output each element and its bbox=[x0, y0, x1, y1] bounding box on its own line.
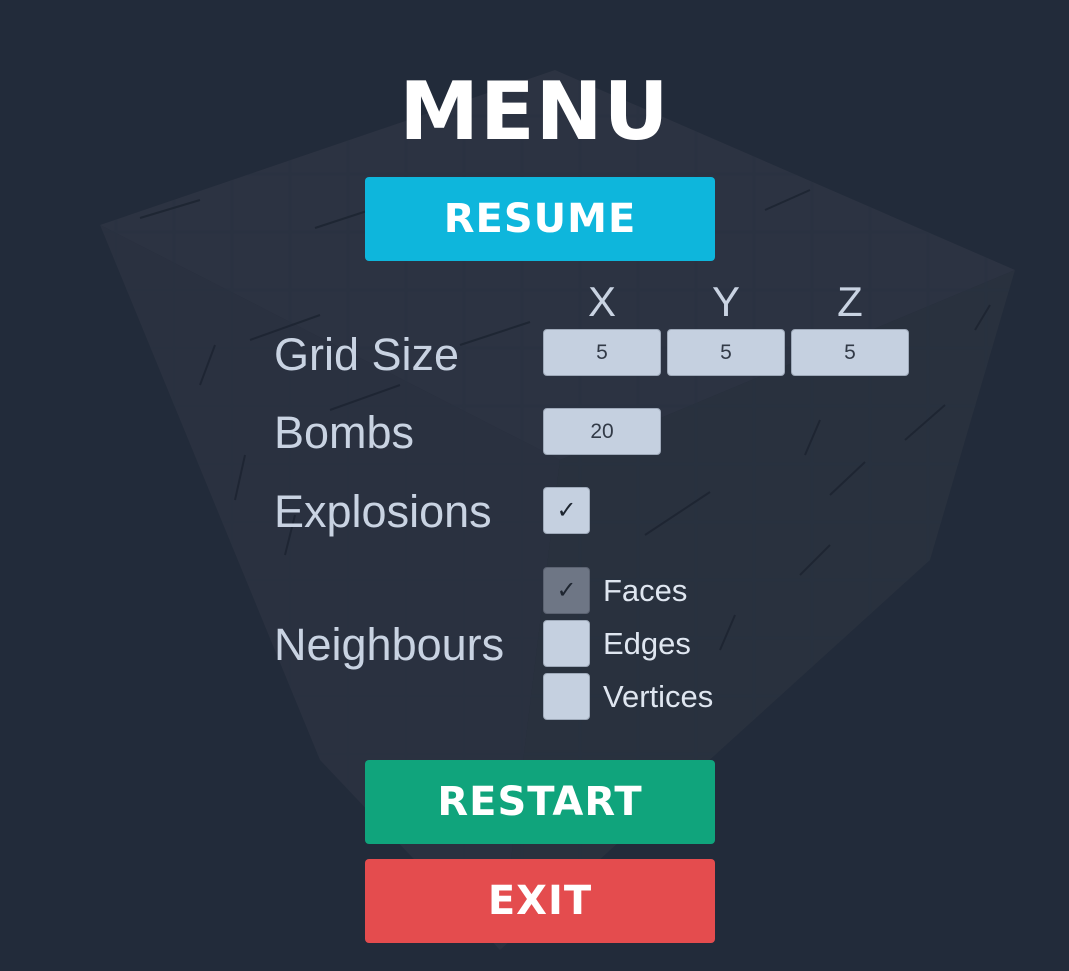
bombs-label: Bombs bbox=[274, 407, 415, 458]
vertices-checkbox[interactable] bbox=[543, 673, 590, 720]
grid-size-label: Grid Size bbox=[274, 329, 460, 380]
faces-checkbox[interactable]: ✓ bbox=[543, 567, 590, 614]
resume-button[interactable]: RESUME bbox=[365, 177, 715, 261]
grid-size-y-field[interactable]: 5 bbox=[667, 329, 785, 376]
explosions-label: Explosions bbox=[274, 486, 492, 537]
exit-button[interactable]: EXIT bbox=[365, 859, 715, 943]
axis-x-label: X bbox=[587, 278, 616, 325]
faces-label: Faces bbox=[603, 573, 688, 608]
grid-size-x-field[interactable]: 5 bbox=[543, 329, 661, 376]
vertices-label: Vertices bbox=[603, 679, 714, 714]
menu-screen: MENU RESUME X Y Z Grid Size 5 5 5 Bombs … bbox=[0, 0, 1069, 971]
edges-checkbox[interactable] bbox=[543, 620, 590, 667]
explosions-checkbox[interactable]: ✓ bbox=[543, 487, 590, 534]
neighbours-label: Neighbours bbox=[274, 619, 505, 670]
bombs-field[interactable]: 20 bbox=[543, 408, 661, 455]
grid-size-z-field[interactable]: 5 bbox=[791, 329, 909, 376]
axis-z-label: Z bbox=[837, 278, 863, 325]
axis-y-label: Y bbox=[711, 278, 740, 325]
check-icon: ✓ bbox=[556, 496, 577, 524]
restart-button[interactable]: RESTART bbox=[365, 760, 715, 844]
check-icon: ✓ bbox=[556, 576, 577, 604]
edges-label: Edges bbox=[603, 626, 691, 661]
menu-title: MENU bbox=[399, 65, 670, 158]
